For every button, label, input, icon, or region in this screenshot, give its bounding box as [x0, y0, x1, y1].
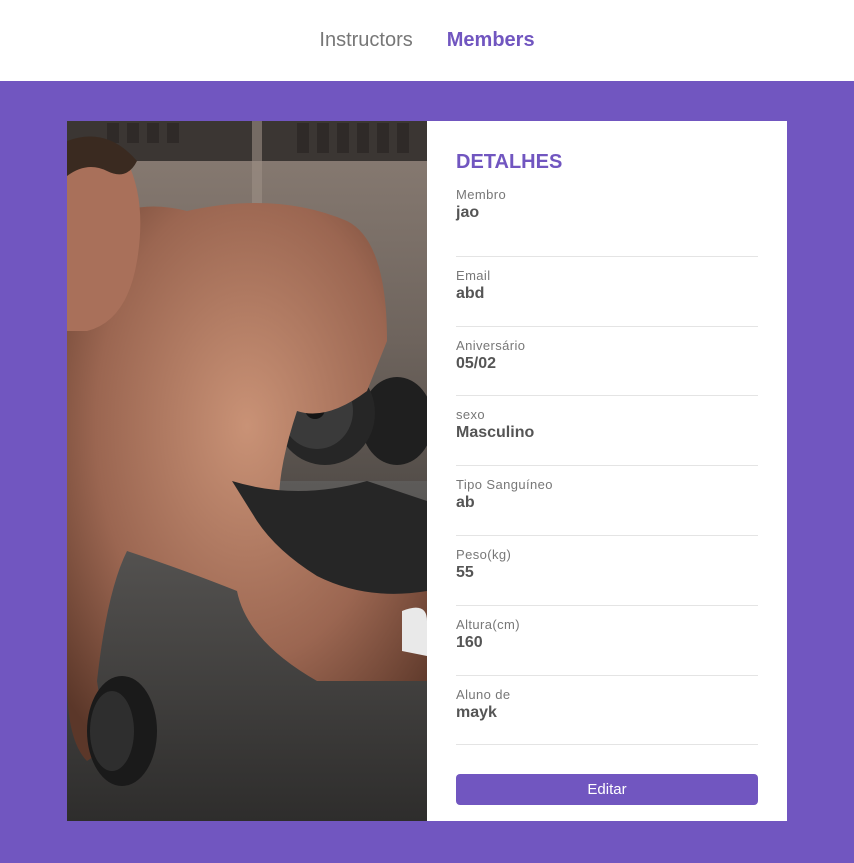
member-card: DETALHES Membro jao Email abd Aniversári…	[67, 121, 787, 821]
nav-link-instructors[interactable]: Instructors	[319, 29, 412, 52]
field-label: Aniversário	[456, 337, 526, 353]
field-label: Peso(kg)	[456, 546, 512, 562]
edit-button[interactable]: Editar	[456, 774, 758, 806]
field-value: 05/02	[456, 354, 497, 372]
main-content: DETALHES Membro jao Email abd Aniversári…	[0, 81, 854, 863]
field-value: ab	[456, 494, 475, 512]
field-instructor: Aluno de mayk	[456, 676, 758, 746]
field-value: 160	[456, 633, 483, 651]
field-value: jao	[456, 204, 480, 221]
field-height: Altura(cm) 160	[456, 606, 758, 676]
field-label: Membro	[456, 187, 507, 202]
top-nav: Instructors Members	[0, 0, 854, 81]
field-value: abd	[456, 284, 485, 302]
field-label: Tipo Sanguíneo	[456, 477, 553, 493]
field-blood-type: Tipo Sanguíneo ab	[456, 466, 758, 536]
field-gender: sexo Masculino	[456, 396, 758, 467]
field-value: 55	[456, 563, 474, 581]
field-member: Membro jao	[456, 187, 758, 257]
nav-link-members[interactable]: Members	[447, 29, 535, 52]
field-value: Masculino	[456, 424, 535, 442]
details-panel: DETALHES Membro jao Email abd Aniversári…	[427, 121, 787, 821]
field-label: Altura(cm)	[456, 616, 520, 632]
field-weight: Peso(kg) 55	[456, 536, 758, 606]
details-title: DETALHES	[456, 151, 563, 173]
workout-photo-image	[67, 121, 427, 821]
field-label: Aluno de	[456, 686, 511, 702]
field-label: sexo	[456, 407, 486, 423]
field-birthday: Aniversário 05/02	[456, 327, 758, 397]
field-email: Email abd	[456, 257, 758, 327]
field-label: Email	[456, 267, 491, 283]
member-photo	[67, 121, 427, 821]
field-value: mayk	[456, 703, 497, 721]
